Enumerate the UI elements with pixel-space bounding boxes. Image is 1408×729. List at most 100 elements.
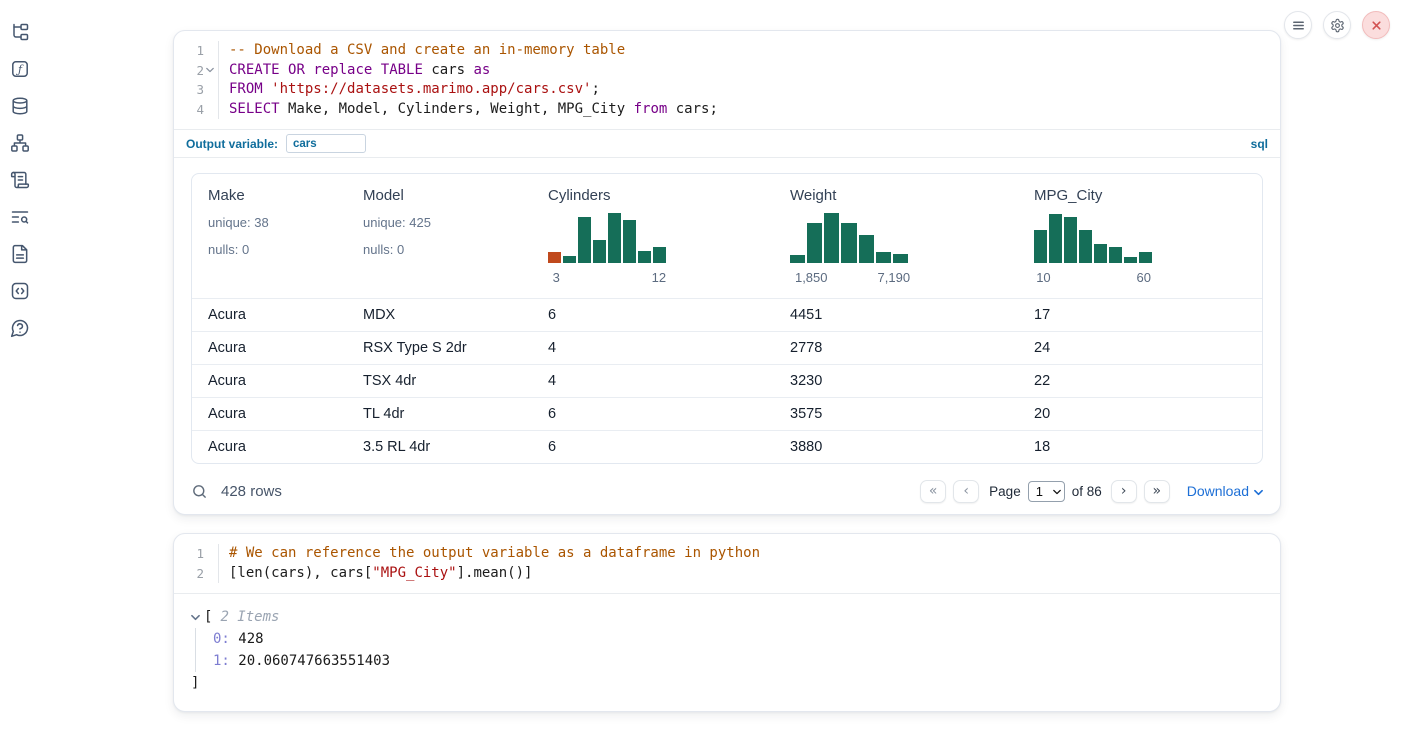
total-pages-label: of 86 bbox=[1072, 484, 1102, 499]
table-cell: RSX Type S 2dr bbox=[347, 340, 532, 356]
histogram-axis-label: 60 bbox=[1137, 270, 1151, 285]
shutdown-button[interactable] bbox=[1362, 11, 1390, 39]
code-lines[interactable]: # We can reference the output variable a… bbox=[218, 544, 1280, 583]
next-page-button[interactable]: › bbox=[1111, 480, 1137, 503]
histogram-bar bbox=[824, 213, 839, 263]
column-header[interactable]: Makeunique: 38nulls: 0 bbox=[192, 174, 347, 298]
code-token: OR bbox=[288, 62, 305, 78]
tree-entry-value: 20.060747663551403 bbox=[230, 653, 390, 669]
tree-close-bracket: ] bbox=[191, 672, 1280, 694]
table-row[interactable]: AcuraMDX6445117 bbox=[192, 298, 1262, 331]
help-icon[interactable] bbox=[9, 317, 31, 339]
settings-button[interactable] bbox=[1323, 11, 1351, 39]
line-number: 2 bbox=[174, 61, 218, 81]
page-label: Page bbox=[989, 484, 1021, 499]
column-header[interactable]: Modelunique: 425nulls: 0 bbox=[347, 174, 532, 298]
collapse-chevron-icon[interactable] bbox=[191, 613, 200, 622]
code-lines[interactable]: -- Download a CSV and create an in-memor… bbox=[218, 41, 1280, 119]
code-token: TABLE bbox=[381, 62, 423, 78]
chevron-down-icon bbox=[1254, 488, 1263, 497]
histogram-bar bbox=[653, 247, 666, 263]
first-page-button[interactable]: « bbox=[920, 480, 946, 503]
output-tree: [ 2 Items 0: 4281: 20.060747663551403 ] bbox=[174, 594, 1280, 694]
snippets-icon[interactable] bbox=[9, 280, 31, 302]
sidebar: ƒ bbox=[9, 21, 31, 339]
datasources-icon[interactable] bbox=[9, 95, 31, 117]
tree-entry-key: 1: bbox=[213, 653, 230, 669]
histogram-bar bbox=[1049, 214, 1062, 263]
column-name: Cylinders bbox=[548, 187, 774, 204]
table-cell: Acura bbox=[192, 406, 347, 422]
code-token: "MPG_City" bbox=[372, 565, 456, 581]
column-stat: unique: 38 bbox=[208, 214, 347, 231]
histogram-axis-label: 12 bbox=[652, 270, 666, 285]
table-cell: 24 bbox=[1018, 340, 1262, 356]
histogram-bar bbox=[1064, 217, 1077, 263]
output-variable-label: Output variable: bbox=[186, 137, 278, 151]
table-cell: TSX 4dr bbox=[347, 373, 532, 389]
last-page-button[interactable]: » bbox=[1144, 480, 1170, 503]
page-select[interactable]: 1 bbox=[1028, 481, 1065, 502]
code-line: # We can reference the output variable a… bbox=[229, 544, 1280, 564]
code-token: replace bbox=[313, 62, 372, 78]
histogram-bar bbox=[593, 240, 606, 263]
tree-entry-key: 0: bbox=[213, 631, 230, 647]
line-number: 2 bbox=[174, 564, 218, 584]
logs-search-icon[interactable] bbox=[9, 206, 31, 228]
column-header[interactable]: MPG_City1060 bbox=[1018, 174, 1262, 298]
histogram-bars bbox=[790, 211, 908, 263]
file-tree-icon[interactable] bbox=[9, 21, 31, 43]
histogram-bar bbox=[859, 235, 874, 263]
histogram-axis-label: 7,190 bbox=[878, 270, 911, 285]
table-row[interactable]: AcuraTL 4dr6357520 bbox=[192, 397, 1262, 430]
table-cell: 22 bbox=[1018, 373, 1262, 389]
menu-button[interactable] bbox=[1284, 11, 1312, 39]
dependency-graph-icon[interactable] bbox=[9, 132, 31, 154]
topbar bbox=[1284, 11, 1390, 39]
code-token: 'https://datasets.marimo.app/cars.csv' bbox=[271, 81, 591, 97]
table-row[interactable]: Acura3.5 RL 4dr6388018 bbox=[192, 430, 1262, 463]
line-number: 1 bbox=[174, 41, 218, 61]
column-histogram: 1,8507,190 bbox=[790, 211, 908, 285]
output-variable-input[interactable] bbox=[286, 134, 366, 153]
line-number-text: 3 bbox=[174, 80, 204, 100]
sql-code-editor[interactable]: 1234 -- Download a CSV and create an in-m… bbox=[174, 31, 1280, 129]
search-icon[interactable] bbox=[191, 483, 208, 500]
code-token: Make, Model, Cylinders, Weight, MPG_City bbox=[280, 101, 634, 117]
language-badge[interactable]: sql bbox=[1251, 137, 1268, 151]
histogram-bars bbox=[1034, 211, 1152, 263]
document-icon[interactable] bbox=[9, 243, 31, 265]
column-header[interactable]: Weight1,8507,190 bbox=[774, 174, 1018, 298]
histogram-bar bbox=[1094, 244, 1107, 263]
code-token bbox=[372, 62, 380, 78]
code-token: ].mean()] bbox=[457, 565, 533, 581]
code-token bbox=[280, 62, 288, 78]
table-row[interactable]: AcuraTSX 4dr4323022 bbox=[192, 364, 1262, 397]
column-stat: nulls: 0 bbox=[208, 241, 347, 258]
fold-chevron-icon[interactable] bbox=[204, 66, 216, 74]
line-number-text: 4 bbox=[174, 100, 204, 120]
svg-text:ƒ: ƒ bbox=[15, 63, 24, 76]
code-token: FROM bbox=[229, 81, 263, 97]
histogram-axis-label: 3 bbox=[553, 270, 560, 285]
histogram-bar bbox=[1034, 230, 1047, 263]
histogram-bars bbox=[548, 211, 666, 263]
python-code-editor[interactable]: 12 # We can reference the output variable… bbox=[174, 534, 1280, 593]
variables-icon[interactable]: ƒ bbox=[9, 58, 31, 80]
close-icon bbox=[1369, 18, 1384, 33]
scroll-icon[interactable] bbox=[9, 169, 31, 191]
table-row[interactable]: AcuraRSX Type S 2dr4277824 bbox=[192, 331, 1262, 364]
histogram-bar bbox=[608, 213, 621, 263]
histogram-bar bbox=[623, 220, 636, 263]
table-cell: 3880 bbox=[774, 439, 1018, 455]
column-name: MPG_City bbox=[1034, 187, 1262, 204]
download-button[interactable]: Download bbox=[1187, 483, 1263, 499]
table-cell: Acura bbox=[192, 373, 347, 389]
line-number-text: 1 bbox=[174, 544, 204, 564]
table-cell: 17 bbox=[1018, 307, 1262, 323]
column-header[interactable]: Cylinders 3 12 bbox=[532, 174, 774, 298]
prev-page-button[interactable]: ‹ bbox=[953, 480, 979, 503]
code-token bbox=[263, 81, 271, 97]
column-stat: unique: 425 bbox=[363, 214, 532, 231]
line-number-text: 2 bbox=[174, 61, 204, 81]
